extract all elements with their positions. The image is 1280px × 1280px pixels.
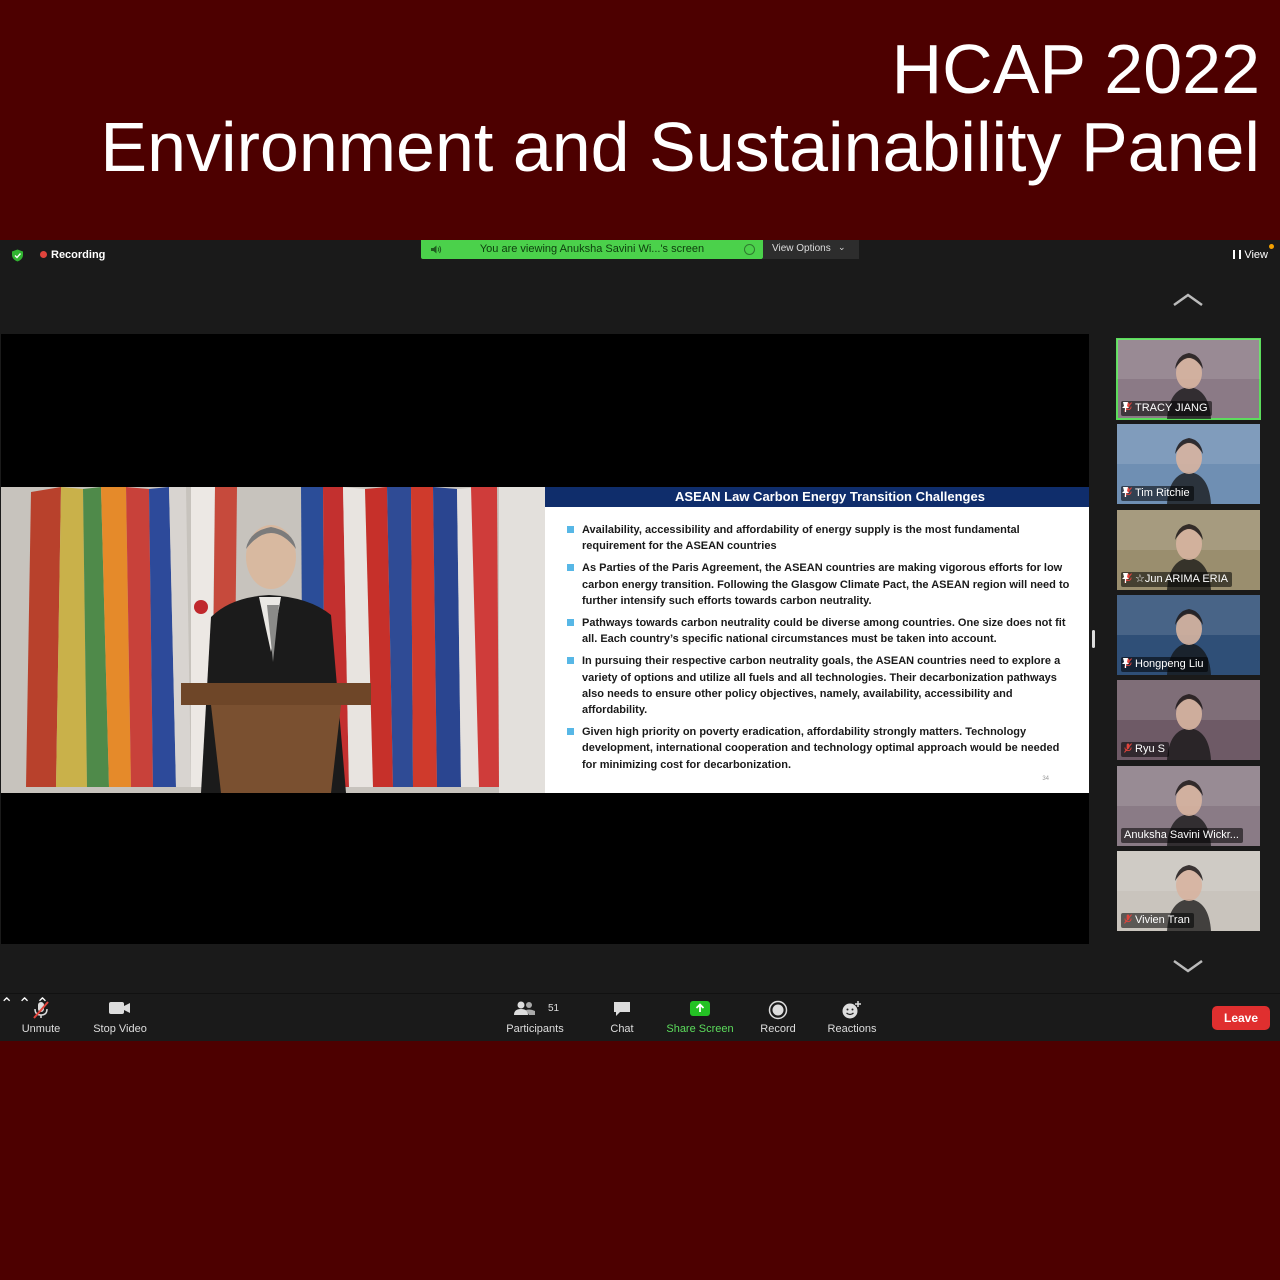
bullet-square-icon bbox=[567, 564, 574, 572]
participant-tile[interactable]: Vivien Tran bbox=[1117, 851, 1260, 931]
chat-button[interactable]: Chat bbox=[598, 994, 646, 1041]
participant-name: TRACY JIANG bbox=[1135, 402, 1208, 414]
pin-icon bbox=[1122, 402, 1129, 412]
slide-bullet-list: Availability, accessibility and affordab… bbox=[567, 522, 1075, 779]
banner-title-line2: Environment and Sustainability Panel bbox=[100, 108, 1260, 186]
slide-bullet: In pursuing their respective carbon neut… bbox=[567, 653, 1075, 718]
recording-label[interactable]: Recording bbox=[51, 249, 105, 261]
reactions-smiley-icon bbox=[842, 1001, 861, 1019]
pin-icon bbox=[1122, 487, 1129, 497]
status-ring-icon bbox=[744, 244, 755, 255]
record-icon bbox=[768, 1000, 788, 1020]
reactions-button[interactable]: Reactions bbox=[822, 994, 882, 1041]
bullet-square-icon bbox=[567, 619, 574, 627]
participant-name-bar: Vivien Tran bbox=[1121, 913, 1194, 928]
presentation-slide: ASEAN Law Carbon Energy Transition Chall… bbox=[545, 487, 1089, 793]
chevron-down-icon: ⌄ bbox=[838, 242, 846, 252]
viewing-screen-banner: You are viewing Anuksha Savini Wi...'s s… bbox=[421, 240, 763, 259]
gallery-scroll-up-chevron-icon[interactable] bbox=[1170, 292, 1206, 308]
recording-dot-icon bbox=[40, 251, 47, 258]
speaker-video-frame bbox=[1, 487, 545, 793]
participant-name: Vivien Tran bbox=[1135, 914, 1190, 926]
slide-bullet-text: As Parties of the Paris Agreement, the A… bbox=[582, 562, 1070, 607]
participant-name-bar: Ryu S bbox=[1121, 742, 1169, 757]
share-screen-label: Share Screen bbox=[666, 1023, 734, 1035]
viewing-screen-text: You are viewing Anuksha Savini Wi...'s s… bbox=[479, 243, 705, 255]
gallery-scroll-down-chevron-icon[interactable] bbox=[1170, 958, 1206, 974]
microphone-muted-icon bbox=[33, 1001, 49, 1019]
participant-name: ☆Jun ARIMA ERIA bbox=[1135, 573, 1229, 585]
shared-content: ASEAN Law Carbon Energy Transition Chall… bbox=[1, 487, 1089, 793]
unmute-label: Unmute bbox=[21, 1023, 61, 1035]
slide-bullet-text: Pathways towards carbon neutrality could… bbox=[582, 617, 1066, 646]
shared-screen-area[interactable]: ASEAN Law Carbon Energy Transition Chall… bbox=[1, 334, 1089, 944]
stop-video-button[interactable]: Stop Video bbox=[86, 994, 154, 1041]
slide-bullet: As Parties of the Paris Agreement, the A… bbox=[567, 560, 1075, 609]
leave-button[interactable]: Leave bbox=[1212, 1006, 1270, 1030]
slide-bullet: Given high priority on poverty eradicati… bbox=[567, 724, 1075, 773]
slide-bullet-text: In pursuing their respective carbon neut… bbox=[582, 655, 1061, 717]
meeting-top-bar: Recording You are viewing Anuksha Savini… bbox=[0, 240, 1280, 270]
participant-tile[interactable]: TRACY JIANG bbox=[1116, 338, 1261, 420]
video-camera-icon bbox=[109, 1002, 130, 1014]
notification-dot bbox=[1269, 244, 1274, 249]
participant-name-bar: Anuksha Savini Wickr... bbox=[1121, 828, 1243, 843]
reactions-label: Reactions bbox=[827, 1023, 877, 1035]
slide-bullet-text: Given high priority on poverty eradicati… bbox=[582, 726, 1060, 771]
view-button[interactable]: View bbox=[1233, 249, 1268, 261]
bullet-square-icon bbox=[567, 526, 574, 533]
participant-tile[interactable]: Anuksha Savini Wickr... bbox=[1117, 766, 1260, 846]
pin-icon bbox=[1122, 573, 1129, 583]
panel-resize-handle[interactable] bbox=[1092, 630, 1095, 648]
slide-bullet: Availability, accessibility and affordab… bbox=[567, 522, 1075, 554]
slide-page-number: 34 bbox=[1042, 776, 1049, 782]
participants-button[interactable]: 51 Participants bbox=[500, 994, 570, 1041]
view-button-label: View bbox=[1244, 249, 1268, 261]
bullet-square-icon bbox=[567, 657, 574, 665]
participant-name-bar: Hongpeng Liu bbox=[1121, 657, 1208, 672]
participant-tile[interactable]: Tim Ritchie bbox=[1117, 424, 1260, 504]
participant-name: Tim Ritchie bbox=[1135, 487, 1190, 499]
microphone-muted-icon bbox=[1124, 914, 1132, 924]
speaker-with-flags-image bbox=[1, 487, 545, 793]
record-label: Record bbox=[760, 1023, 796, 1035]
security-shield-icon[interactable] bbox=[11, 249, 24, 262]
chat-label: Chat bbox=[610, 1023, 634, 1035]
participants-icon bbox=[514, 1001, 535, 1015]
participant-name-bar: Tim Ritchie bbox=[1121, 486, 1194, 501]
meeting-controls-bar: Unmute ⌃ Stop Video ⌃ 51 Participants ⌃ bbox=[0, 993, 1280, 1041]
participant-tile[interactable]: Ryu S bbox=[1117, 680, 1260, 760]
share-screen-button[interactable]: Share Screen bbox=[664, 994, 736, 1041]
view-options-label: View Options bbox=[772, 243, 831, 254]
participant-name-bar: ☆Jun ARIMA ERIA bbox=[1121, 572, 1233, 587]
microphone-muted-icon bbox=[1124, 743, 1132, 753]
banner-title-line1: HCAP 2022 bbox=[891, 30, 1260, 108]
bullet-square-icon bbox=[567, 728, 574, 736]
participant-name: Ryu S bbox=[1135, 743, 1165, 755]
share-screen-icon bbox=[690, 1001, 710, 1016]
slide-title: ASEAN Law Carbon Energy Transition Chall… bbox=[675, 489, 985, 504]
participant-count: 51 bbox=[548, 1003, 560, 1014]
layout-grid-icon bbox=[1233, 250, 1242, 259]
record-button[interactable]: Record bbox=[752, 994, 804, 1041]
unmute-button[interactable]: Unmute bbox=[10, 994, 72, 1041]
pin-icon bbox=[1122, 658, 1129, 668]
slide-bullet-text: Availability, accessibility and affordab… bbox=[582, 524, 1020, 553]
chat-bubble-icon bbox=[614, 1002, 630, 1016]
stop-video-label: Stop Video bbox=[93, 1023, 147, 1035]
zoom-meeting-window: Recording You are viewing Anuksha Savini… bbox=[0, 240, 1280, 1041]
slide-bullet: Pathways towards carbon neutrality could… bbox=[567, 615, 1075, 647]
participant-tile[interactable]: Hongpeng Liu bbox=[1117, 595, 1260, 675]
view-options-dropdown[interactable]: View Options ⌄ bbox=[763, 240, 859, 259]
participant-name-bar: TRACY JIANG bbox=[1121, 401, 1212, 416]
participant-tile[interactable]: ☆Jun ARIMA ERIA bbox=[1117, 510, 1260, 590]
participants-label: Participants bbox=[506, 1023, 564, 1035]
participant-name: Anuksha Savini Wickr... bbox=[1124, 829, 1239, 841]
participant-name: Hongpeng Liu bbox=[1135, 658, 1204, 670]
